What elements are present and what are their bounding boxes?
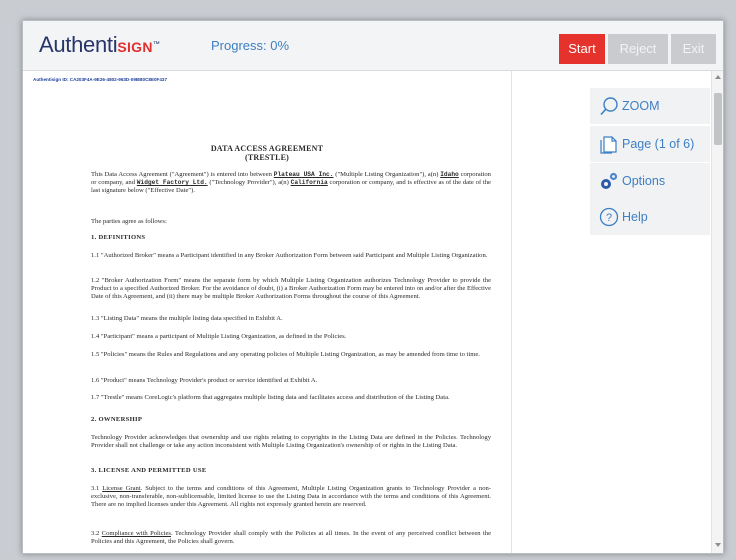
clause-body: . Subject to the terms and conditions of…: [91, 485, 491, 509]
state-1-field[interactable]: Idaho: [440, 171, 459, 178]
start-button[interactable]: Start: [559, 34, 605, 64]
magnifier-icon: [600, 97, 618, 116]
scroll-up-arrow-icon[interactable]: [715, 75, 721, 79]
logo-trademark: ™: [152, 41, 160, 48]
clause-title: License Grant: [102, 485, 141, 492]
pages-icon: [600, 136, 617, 154]
definition-1-3: 1.3 "Listing Data" means the multiple li…: [91, 315, 283, 322]
options-label: Options: [622, 174, 666, 188]
gears-icon: [601, 172, 618, 189]
clause-number: 3.1: [91, 485, 103, 492]
license-grant-paragraph: 3.1 License Grant. Subject to the terms …: [91, 485, 491, 510]
vertical-scrollbar[interactable]: [711, 71, 723, 553]
help-button[interactable]: ? Help: [590, 199, 710, 235]
help-label: Help: [622, 210, 648, 224]
zoom-label: ZOOM: [622, 99, 660, 113]
definition-1-1: 1.1 "Authorized Broker" means a Particip…: [91, 252, 488, 259]
reject-button[interactable]: Reject: [608, 34, 668, 64]
logo-text: Authenti: [39, 32, 118, 57]
section-1-heading: 1. DEFINITIONS: [91, 234, 146, 241]
intro-paragraph: This Data Access Agreement ("Agreement")…: [91, 171, 491, 196]
options-button[interactable]: Options: [590, 163, 710, 199]
section-3-heading: 3. LICENSE AND PERMITTED USE: [91, 467, 207, 474]
intro-text: This Data Access Agreement ("Agreement")…: [91, 171, 274, 178]
parties-agree-text: The parties agree as follows:: [91, 218, 167, 225]
document-id: Authentisign ID: CA203F4A-9E26-4802-963D…: [33, 77, 168, 82]
document-title: DATA ACCESS AGREEMENT: [210, 144, 324, 153]
authentisign-logo: AuthentiSIGN™: [39, 32, 160, 59]
party-2-field[interactable]: Widget Factory Ltd.: [137, 179, 208, 186]
definition-1-6: 1.6 "Product" means Technology Provider'…: [91, 377, 318, 384]
clause-title: Compliance with Policies: [101, 530, 171, 537]
definition-1-2: 1.2 "Broker Authorization Form" means th…: [91, 277, 491, 301]
definition-1-7: 1.7 "Trestle" means CoreLogic's platform…: [91, 394, 450, 401]
page-label: Page (1 of 6): [622, 137, 695, 151]
ownership-paragraph: Technology Provider acknowledges that ow…: [91, 434, 491, 450]
svg-text:?: ?: [606, 212, 612, 224]
logo-accent: SIGN: [117, 39, 153, 55]
clause-number: 3.2: [91, 530, 102, 537]
definition-1-4: 1.4 "Participant" means a participant of…: [91, 333, 347, 340]
zoom-button[interactable]: ZOOM: [590, 88, 710, 124]
app-window: AuthentiSIGN™ Progress: 0% Start Reject …: [22, 20, 724, 554]
progress-label: Progress: 0%: [211, 38, 290, 53]
scroll-down-arrow-icon[interactable]: [715, 543, 721, 547]
scrollbar-thumb[interactable]: [714, 93, 722, 145]
document-subtitle: (TRESTLE): [244, 153, 290, 162]
exit-button[interactable]: Exit: [671, 34, 716, 64]
intro-text: ("Technology Provider"), a(n): [207, 179, 291, 187]
intro-text: ("Multiple Listing Organization"), a(n): [333, 171, 441, 178]
tools-sidebar: ZOOM Page (1 of 6) Options ? Help: [590, 71, 723, 553]
section-2-heading: 2. OWNERSHIP: [91, 416, 143, 423]
compliance-paragraph: 3.2 Compliance with Policies. Technology…: [91, 530, 491, 546]
document-viewer[interactable]: Authentisign ID: CA203F4A-9E26-4802-963D…: [23, 71, 512, 553]
page-navigator-button[interactable]: Page (1 of 6): [590, 126, 710, 162]
definition-1-5: 1.5 "Policies" means the Rules and Regul…: [91, 351, 480, 358]
state-2-field[interactable]: California: [291, 179, 328, 186]
party-1-field[interactable]: Plateau USA Inc.: [274, 171, 334, 178]
help-icon: ?: [599, 207, 619, 227]
top-bar: AuthentiSIGN™ Progress: 0% Start Reject …: [23, 21, 723, 71]
